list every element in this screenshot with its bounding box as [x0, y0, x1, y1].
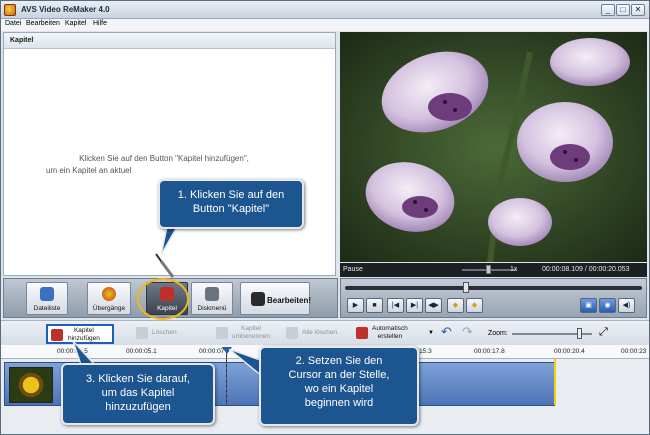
- file-list-label: Dateiliste: [33, 305, 61, 312]
- app-logo-icon: [4, 4, 16, 16]
- callout-1-pointer: [155, 227, 178, 278]
- empty-hint: Klicken Sie auf den Button "Kapitel hinz…: [44, 153, 284, 177]
- title-bar: AVS Video ReMaker 4.0 _ □ ✕: [1, 1, 649, 19]
- flower-video-frame: [340, 32, 647, 262]
- next-frame-button[interactable]: ▶|: [406, 298, 423, 313]
- rename-label-line-2: umbenennen: [232, 333, 270, 340]
- remake-label: Bearbeiten!: [266, 296, 311, 305]
- callout-2: 2. Setzen Sie den Cursor an der Stelle, …: [259, 346, 419, 426]
- callout-3-line-3: hinzuzufügen: [105, 401, 171, 413]
- volume-button[interactable]: ◀): [618, 298, 635, 313]
- delete-all-icon: [286, 327, 298, 339]
- panel-header: Kapitel: [4, 33, 335, 49]
- add-chapter-icon: [51, 329, 63, 341]
- tick-label: 00:00:23: [621, 348, 647, 355]
- callout-3-line-2: um das Kapitel: [101, 387, 175, 399]
- window-title: AVS Video ReMaker 4.0: [21, 5, 110, 14]
- callout-3: 3. Klicken Sie darauf, um das Kapitel hi…: [61, 363, 215, 425]
- callout-2-line-2: Cursor an der Stelle,: [288, 369, 390, 381]
- callout-1: 1. Klicken Sie auf den Button "Kapitel": [158, 179, 304, 229]
- callout-2-line-1: 2. Setzen Sie den: [295, 355, 383, 367]
- mark-out-button[interactable]: ◆: [466, 298, 483, 313]
- speed-slider-handle[interactable]: [486, 265, 491, 274]
- mark-in-button[interactable]: ◆: [447, 298, 464, 313]
- speed-value: 1x: [510, 266, 518, 273]
- rename-label-line-1: Kapitel: [241, 325, 261, 332]
- clip-end-marker: [554, 359, 556, 405]
- transitions-label: Übergänge: [92, 305, 126, 312]
- fullscreen-button[interactable]: ▣: [580, 298, 597, 313]
- seek-bar[interactable]: [345, 286, 642, 290]
- snapshot-button[interactable]: ◉: [599, 298, 616, 313]
- preview-status-bar: Pause 1x 00:00:08.109 / 00:00:20.053: [340, 263, 647, 277]
- delete-label: Löschen: [152, 329, 177, 336]
- transitions-icon: [102, 287, 116, 301]
- callout-3-pointer: [72, 341, 97, 365]
- auto-create-label: Automatisch erstellen: [372, 325, 408, 341]
- remake-button[interactable]: Bearbeiten!: [240, 282, 311, 315]
- video-preview[interactable]: [340, 32, 647, 262]
- rename-chapter-button[interactable]: Kapitel umbenennen: [216, 324, 276, 344]
- tick-label: 00:00:05.1: [126, 348, 157, 355]
- tick-label: 00:00:07: [199, 348, 225, 355]
- disc-menu-label: Diskmenü: [197, 305, 227, 312]
- maximize-button[interactable]: □: [616, 4, 630, 16]
- file-list-icon: [40, 287, 54, 301]
- app-window: AVS Video ReMaker 4.0 _ □ ✕ Datei Bearbe…: [0, 0, 650, 435]
- callout-2-line-4: beginnen wird: [304, 397, 374, 409]
- play-button[interactable]: ▶: [347, 298, 364, 313]
- callout-2-line-3: wo ein Kapitel: [304, 383, 374, 395]
- hint-line-2: um ein Kapitel an aktuel: [46, 166, 132, 175]
- playback-status: Pause: [343, 266, 363, 273]
- callout-1-line-1: 1. Klicken Sie auf den: [177, 189, 285, 201]
- menu-file[interactable]: Datei: [5, 20, 21, 27]
- dropdown-arrow-icon[interactable]: ▼: [428, 330, 434, 336]
- zoom-label: Zoom:: [488, 330, 508, 337]
- rename-label: Kapitel umbenennen: [232, 325, 270, 341]
- menu-bar: Datei Bearbeiten Kapitel Hilfe: [1, 19, 649, 31]
- hint-line-1: Klicken Sie auf den Button "Kapitel hinz…: [79, 154, 249, 163]
- tick-label: 00:00:20.4: [554, 348, 585, 355]
- panel-title: Kapitel: [10, 37, 34, 44]
- delete-icon: [136, 327, 148, 339]
- prev-frame-button[interactable]: |◀: [387, 298, 404, 313]
- fit-zoom-button[interactable]: ⤢: [599, 326, 608, 339]
- add-chapter-label-line-1: Kapitel: [73, 327, 94, 334]
- file-list-button[interactable]: Dateiliste: [26, 282, 68, 315]
- auto-create-label-line-2: erstellen: [377, 333, 403, 340]
- menu-edit[interactable]: Bearbeiten: [26, 20, 60, 27]
- auto-create-icon: [356, 327, 368, 339]
- close-button[interactable]: ✕: [631, 4, 645, 16]
- zoom-slider-handle[interactable]: [577, 328, 582, 339]
- undo-button[interactable]: ↶: [441, 324, 452, 340]
- disc-menu-button[interactable]: Diskmenü: [191, 282, 233, 315]
- highlight-ring: [137, 278, 189, 320]
- transitions-button[interactable]: Übergänge: [87, 282, 131, 315]
- sequence-button[interactable]: ◀▶: [425, 298, 442, 313]
- auto-create-button[interactable]: Automatisch erstellen: [356, 324, 426, 344]
- tick-label: 00:00:17.8: [474, 348, 505, 355]
- delete-all-button[interactable]: Alle löschen: [286, 324, 346, 344]
- minimize-button[interactable]: _: [601, 4, 615, 16]
- disc-menu-icon: [205, 287, 219, 301]
- callout-3-line-1: 3. Klicken Sie darauf,: [86, 373, 190, 385]
- timeline-cursor-line[interactable]: [226, 347, 227, 405]
- clip-thumbnail: [9, 367, 53, 403]
- redo-button[interactable]: ↷: [462, 324, 473, 340]
- menu-chapter[interactable]: Kapitel: [65, 20, 86, 27]
- rename-icon: [216, 327, 228, 339]
- callout-2-pointer: [229, 349, 263, 378]
- playback-controls: ▶ ■ |◀ ▶| ◀▶ ◆ ◆ ▣ ◉ ◀): [340, 278, 647, 318]
- stop-button[interactable]: ■: [366, 298, 383, 313]
- menu-help[interactable]: Hilfe: [93, 20, 107, 27]
- callout-1-line-2: Button "Kapitel": [192, 203, 270, 215]
- time-readout: 00:00:08.109 / 00:00:20.053: [542, 266, 630, 273]
- seek-handle[interactable]: [463, 282, 469, 293]
- delete-chapter-button[interactable]: Löschen: [136, 324, 186, 344]
- delete-all-label: Alle löschen: [302, 329, 338, 336]
- auto-create-label-line-1: Automatisch: [372, 325, 408, 332]
